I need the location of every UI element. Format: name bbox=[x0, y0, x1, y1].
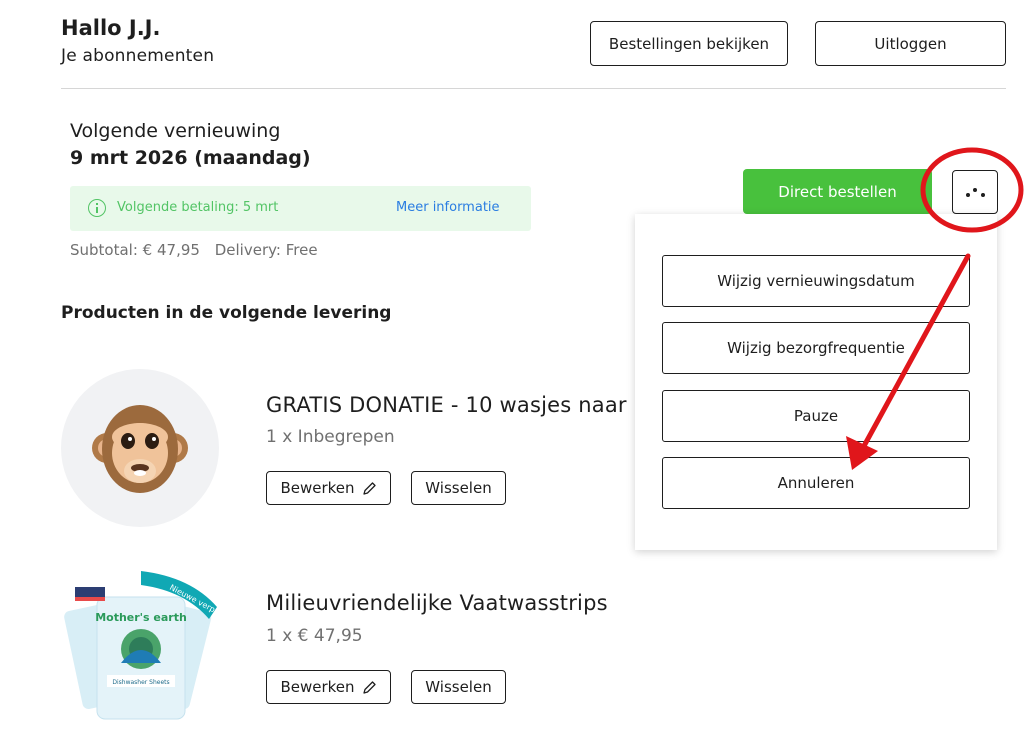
package-brand-text: Mother's earth bbox=[95, 611, 187, 624]
pencil-icon bbox=[362, 680, 376, 694]
delivery-text: Delivery: Free bbox=[214, 241, 318, 259]
payment-info-banner: Volgende betaling: 5 mrt Meer informatie bbox=[70, 186, 531, 231]
edit-label: Bewerken bbox=[280, 479, 355, 497]
edit-product-button[interactable]: Bewerken bbox=[266, 471, 391, 505]
change-renewal-date-button[interactable]: Wijzig vernieuwingsdatum bbox=[662, 255, 970, 307]
product-quantity: 1 x € 47,95 bbox=[266, 626, 363, 646]
products-section-title: Producten in de volgende levering bbox=[61, 303, 392, 323]
greeting-title: Hallo J.J. bbox=[61, 16, 161, 40]
options-dropdown-menu: Wijzig vernieuwingsdatum Wijzig bezorgfr… bbox=[635, 214, 997, 550]
edit-product-button[interactable]: Bewerken bbox=[266, 670, 391, 704]
order-totals: Subtotal: € 47,95 Delivery: Free bbox=[70, 241, 328, 259]
pencil-icon bbox=[362, 481, 376, 495]
package-product-text: Dishwasher Sheets bbox=[112, 679, 169, 686]
view-orders-button[interactable]: Bestellingen bekijken bbox=[590, 21, 788, 66]
header-divider bbox=[61, 88, 1006, 89]
subtotal-text: Subtotal: € 47,95 bbox=[70, 241, 200, 259]
page-subtitle: Je abonnementen bbox=[61, 46, 215, 66]
change-delivery-frequency-button[interactable]: Wijzig bezorgfrequentie bbox=[662, 322, 970, 374]
cancel-subscription-button[interactable]: Annuleren bbox=[662, 457, 970, 509]
product-image-donation bbox=[61, 369, 219, 527]
pause-button[interactable]: Pauze bbox=[662, 390, 970, 442]
more-options-button[interactable] bbox=[952, 170, 998, 214]
product-title: GRATIS DONATIE - 10 wasjes naar bbox=[266, 393, 627, 417]
swap-product-button[interactable]: Wisselen bbox=[411, 471, 506, 505]
more-info-link[interactable]: Meer informatie bbox=[396, 200, 500, 215]
monkey-face-icon bbox=[92, 405, 188, 493]
product-title: Milieuvriendelijke Vaatwasstrips bbox=[266, 591, 608, 615]
product-image-dishwasher-sheets: Nieuwe verpakking Mother's earth Dishwas… bbox=[61, 567, 221, 727]
next-renewal-date: 9 mrt 2026 (maandag) bbox=[70, 147, 311, 169]
swap-product-button[interactable]: Wisselen bbox=[411, 670, 506, 704]
product-quantity: 1 x Inbegrepen bbox=[266, 427, 395, 447]
next-renewal-label: Volgende vernieuwing bbox=[70, 120, 281, 142]
edit-label: Bewerken bbox=[280, 678, 355, 696]
dishwasher-sheets-package-icon: Nieuwe verpakking Mother's earth Dishwas… bbox=[64, 571, 221, 720]
direct-order-button[interactable]: Direct bestellen bbox=[743, 169, 932, 214]
next-payment-text: Volgende betaling: 5 mrt bbox=[117, 200, 279, 215]
info-icon bbox=[88, 199, 106, 217]
logout-button[interactable]: Uitloggen bbox=[815, 21, 1006, 66]
